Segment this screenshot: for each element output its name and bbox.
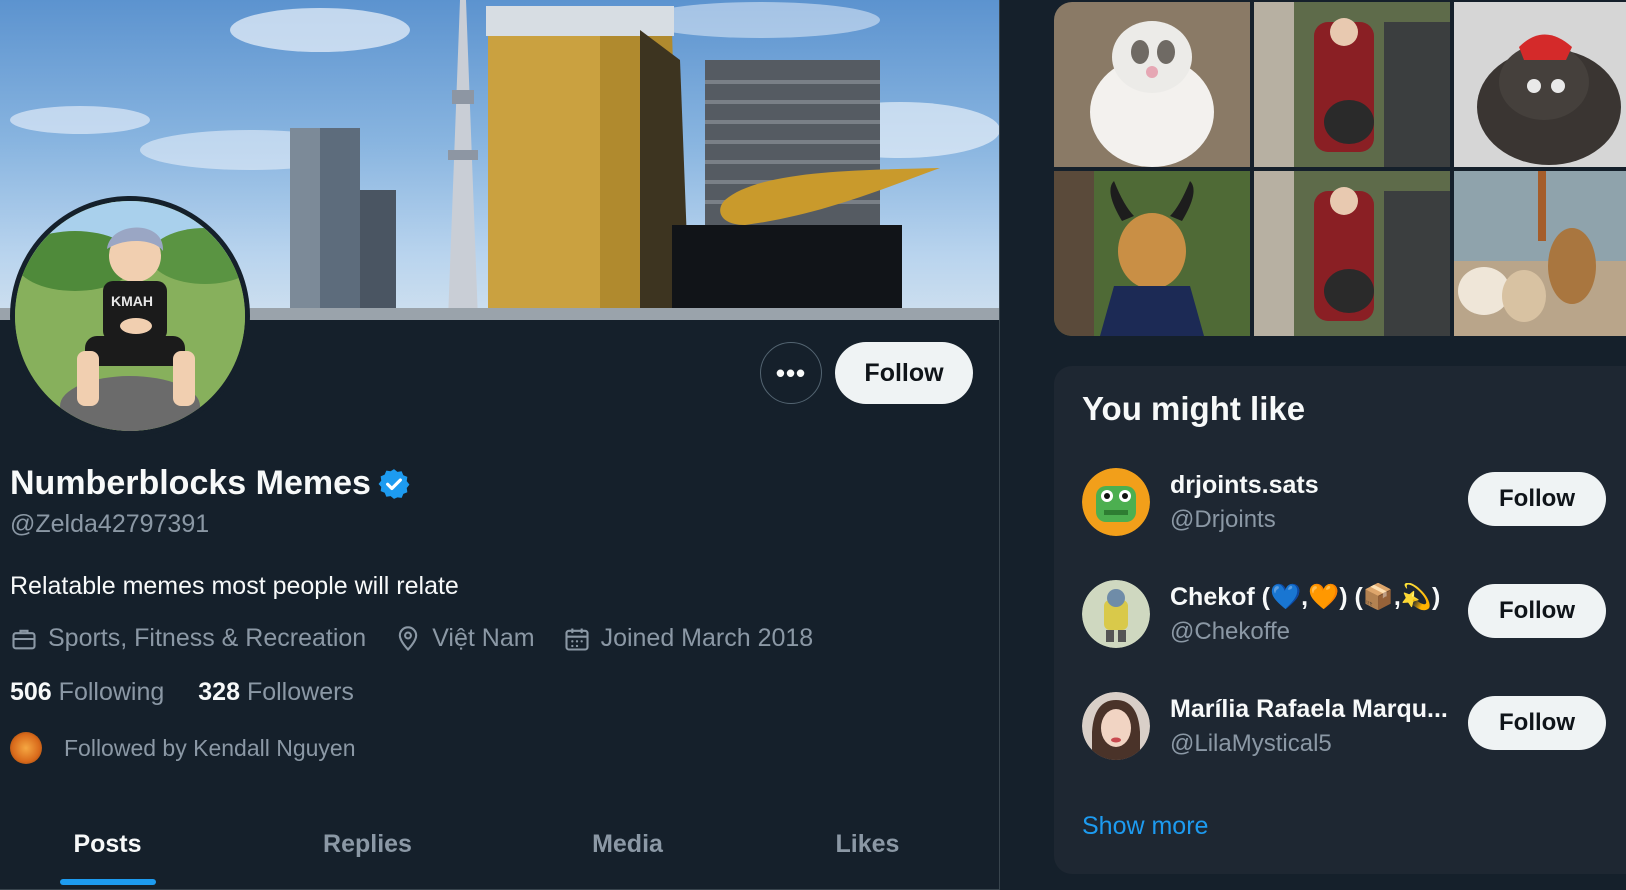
followers-label: Followers: [246, 678, 354, 706]
profile-meta: Sports, Fitness & Recreation Việt Nam Jo…: [10, 624, 813, 653]
suggestion-text: Chekof (💙,🧡) (📦,💫) @Chekoffe: [1170, 583, 1470, 646]
following-label: Following: [58, 678, 165, 706]
profile-name-row: Numberblocks Memes: [10, 464, 411, 503]
profile-handle: @Zelda42797391: [10, 510, 210, 538]
location-text: Việt Nam: [432, 624, 535, 652]
profile-column: KMAH ••• Follow Numberblocks Memes @Zeld…: [0, 0, 1000, 890]
joined-text: Joined March 2018: [600, 624, 814, 652]
profile-tabs: Posts Replies Media Likes: [0, 800, 999, 890]
suggestion-handle: @Drjoints: [1170, 505, 1276, 533]
suggestion-avatar: [1082, 692, 1150, 760]
calendar-icon: [565, 628, 589, 651]
suggestion-avatar: [1082, 468, 1150, 536]
category-text: Sports, Fitness & Recreation: [48, 624, 367, 652]
suggestion-handle: @LilaMystical5: [1170, 729, 1332, 757]
follow-button[interactable]: Follow: [1468, 472, 1606, 526]
more-horizontal-icon: •••: [775, 357, 807, 388]
more-options-button[interactable]: •••: [760, 342, 822, 404]
tab-media[interactable]: Media: [520, 800, 735, 889]
display-name: Numberblocks Memes: [10, 464, 371, 502]
media-thumbnail[interactable]: [1454, 171, 1626, 336]
verified-badge-icon[interactable]: [377, 467, 411, 501]
location-pin-icon: [398, 625, 418, 651]
location-item: Việt Nam: [394, 624, 535, 653]
follow-button[interactable]: Follow: [835, 342, 973, 404]
tab-posts[interactable]: Posts: [0, 800, 215, 889]
media-thumbnail[interactable]: [1254, 2, 1450, 167]
suggestion-text: drjoints.sats @Drjoints: [1170, 471, 1470, 534]
follow-stats: 506 Following 328 Followers: [10, 678, 354, 707]
media-thumbnail[interactable]: [1054, 2, 1250, 167]
suggestion-item[interactable]: Chekof (💙,🧡) (📦,💫) @Chekoffe Follow: [1082, 574, 1622, 654]
suggestion-name: drjoints.sats: [1170, 470, 1319, 499]
media-preview-grid: [1054, 2, 1626, 336]
tab-replies[interactable]: Replies: [215, 800, 520, 889]
suggestion-text: Marília Rafaela Marqu... @LilaMystical5: [1170, 695, 1470, 758]
show-more-link[interactable]: Show more: [1082, 812, 1208, 841]
category-item: Sports, Fitness & Recreation: [10, 624, 366, 653]
followed-by-row[interactable]: Followed by Kendall Nguyen: [10, 732, 356, 764]
you-might-like-title: You might like: [1082, 390, 1306, 427]
tab-likes[interactable]: Likes: [735, 800, 999, 889]
follower-avatar: [10, 732, 42, 764]
suggestion-name: Marília Rafaela Marqu...: [1170, 694, 1448, 723]
joined-item: Joined March 2018: [563, 624, 814, 653]
suggestion-item[interactable]: drjoints.sats @Drjoints Follow: [1082, 462, 1622, 542]
svg-text:KMAH: KMAH: [111, 293, 153, 309]
profile-avatar-frame[interactable]: KMAH: [10, 196, 250, 436]
followed-by-text: Followed by Kendall Nguyen: [64, 734, 356, 761]
suggestion-name: Chekof (💙,🧡) (📦,💫): [1170, 582, 1441, 611]
profile-bio: Relatable memes most people will relate: [10, 572, 459, 600]
suggestion-handle: @Chekoffe: [1170, 617, 1290, 645]
media-thumbnail[interactable]: [1454, 2, 1626, 167]
media-thumbnail[interactable]: [1254, 171, 1450, 336]
following-count: 506: [10, 678, 52, 706]
media-thumbnail[interactable]: [1054, 171, 1250, 336]
avatar: KMAH: [15, 201, 245, 431]
follow-button[interactable]: Follow: [1468, 584, 1606, 638]
suggestion-item[interactable]: Marília Rafaela Marqu... @LilaMystical5 …: [1082, 686, 1622, 766]
followers-count: 328: [198, 678, 240, 706]
follow-button[interactable]: Follow: [1468, 696, 1606, 750]
suggestion-avatar: [1082, 580, 1150, 648]
avatar-illustration: KMAH: [15, 201, 245, 431]
followers-stat-link[interactable]: 328 Followers: [198, 678, 354, 707]
following-stat-link[interactable]: 506 Following: [10, 678, 164, 707]
you-might-like-card: You might like drjoints.sats @Drjoints F…: [1054, 366, 1626, 874]
right-sidebar: You might like drjoints.sats @Drjoints F…: [1001, 0, 1626, 890]
briefcase-icon: [12, 629, 36, 649]
